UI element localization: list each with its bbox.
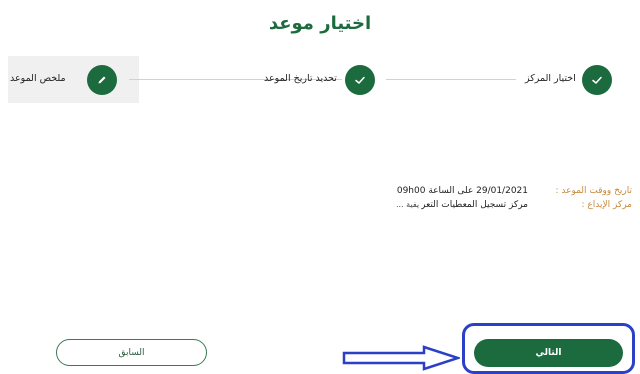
step-connector xyxy=(386,79,516,80)
check-icon xyxy=(355,76,365,84)
datetime-label: تاريخ ووقت الموعد : xyxy=(555,186,632,196)
stepper: اختيار المركز تحديد تاريخ الموعد ملخص ال… xyxy=(0,56,640,104)
step-select-date[interactable] xyxy=(345,65,375,95)
page-title: اختيار موعد xyxy=(268,13,372,34)
previous-button[interactable]: السابق xyxy=(56,339,207,366)
arrow-annotation-icon xyxy=(342,345,460,371)
step-label-select-date: تحديد تاريخ الموعد xyxy=(264,73,337,84)
datetime-value: 29/01/2021 على الساعة 09h00 xyxy=(396,186,528,196)
summary-row-center: مركز الإيداع : مركز تسجيل المعطيات التعر… xyxy=(252,200,632,214)
pencil-icon xyxy=(98,76,106,84)
summary-row-datetime: تاريخ ووقت الموعد : 29/01/2021 على الساع… xyxy=(252,186,632,200)
next-button[interactable]: التالي xyxy=(474,339,623,367)
check-icon xyxy=(592,76,602,84)
step-summary[interactable] xyxy=(87,65,117,95)
step-label-summary: ملخص الموعد xyxy=(10,73,66,84)
center-value-tail: يفية ... xyxy=(395,200,420,209)
center-label: مركز الإيداع : xyxy=(581,200,632,210)
center-value: مركز تسجيل المعطيات التعر xyxy=(421,200,528,210)
step-select-center[interactable] xyxy=(582,65,612,95)
step-label-select-center: اختيار المركز xyxy=(525,73,576,84)
appointment-summary: تاريخ ووقت الموعد : 29/01/2021 على الساع… xyxy=(252,186,632,214)
